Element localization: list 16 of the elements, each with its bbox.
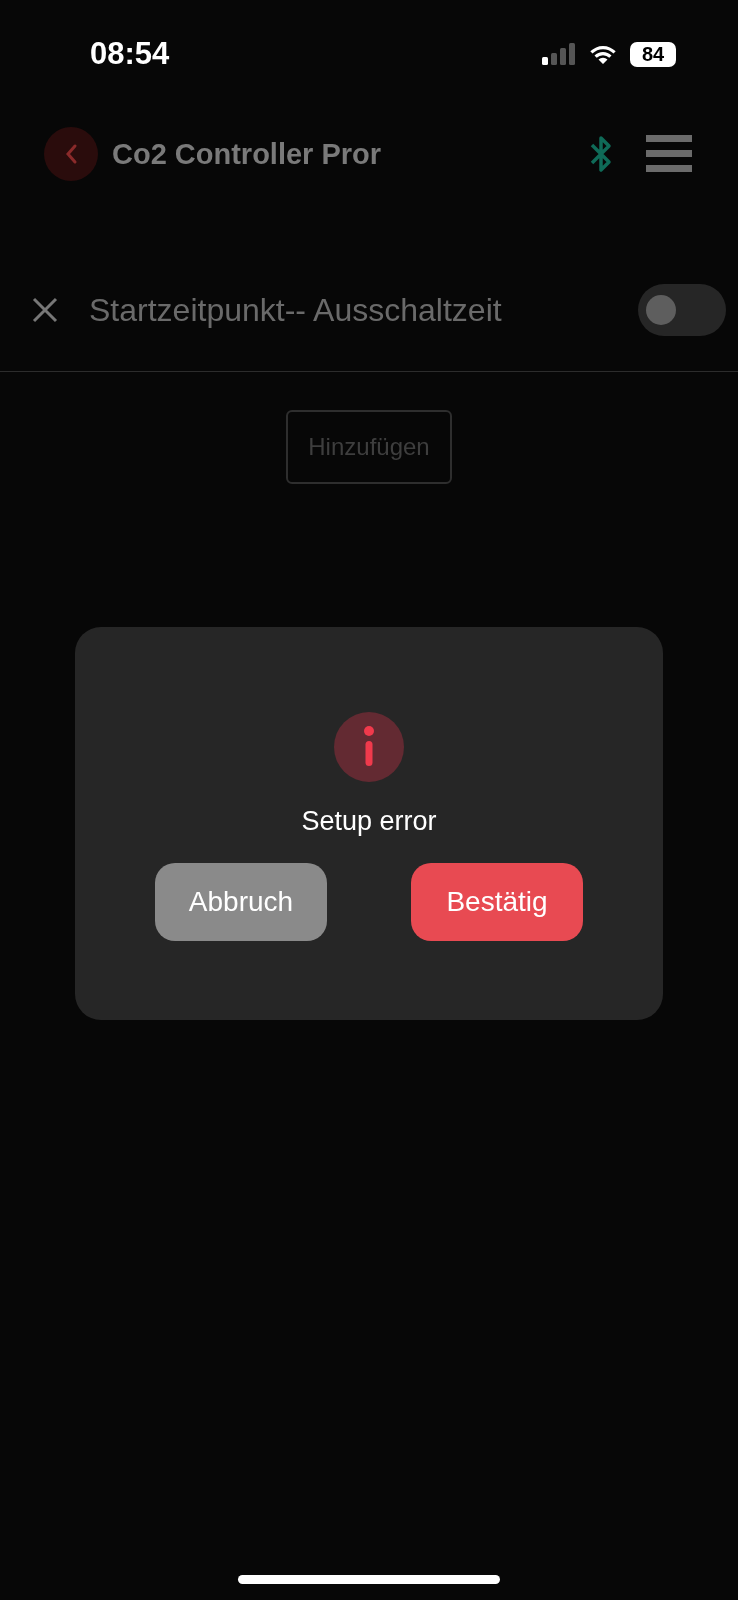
wifi-icon	[588, 43, 618, 65]
signal-icon	[542, 43, 576, 65]
back-icon	[64, 143, 78, 165]
back-button[interactable]	[44, 127, 98, 181]
close-icon[interactable]	[31, 296, 59, 324]
cancel-button[interactable]: Abbruch	[155, 863, 327, 941]
toggle-switch[interactable]	[638, 284, 726, 336]
status-time: 08:54	[90, 36, 170, 72]
header-title: Co2 Controller Pror	[112, 137, 383, 171]
bluetooth-icon[interactable]	[588, 134, 614, 174]
schedule-label: Startzeitpunkt-- Ausschaltzeit	[89, 291, 503, 329]
info-icon	[334, 712, 404, 782]
menu-icon[interactable]	[646, 135, 692, 173]
battery-indicator: 84	[630, 41, 676, 67]
confirm-button[interactable]: Bestätig	[411, 863, 583, 941]
dialog-message: Setup error	[301, 806, 437, 837]
